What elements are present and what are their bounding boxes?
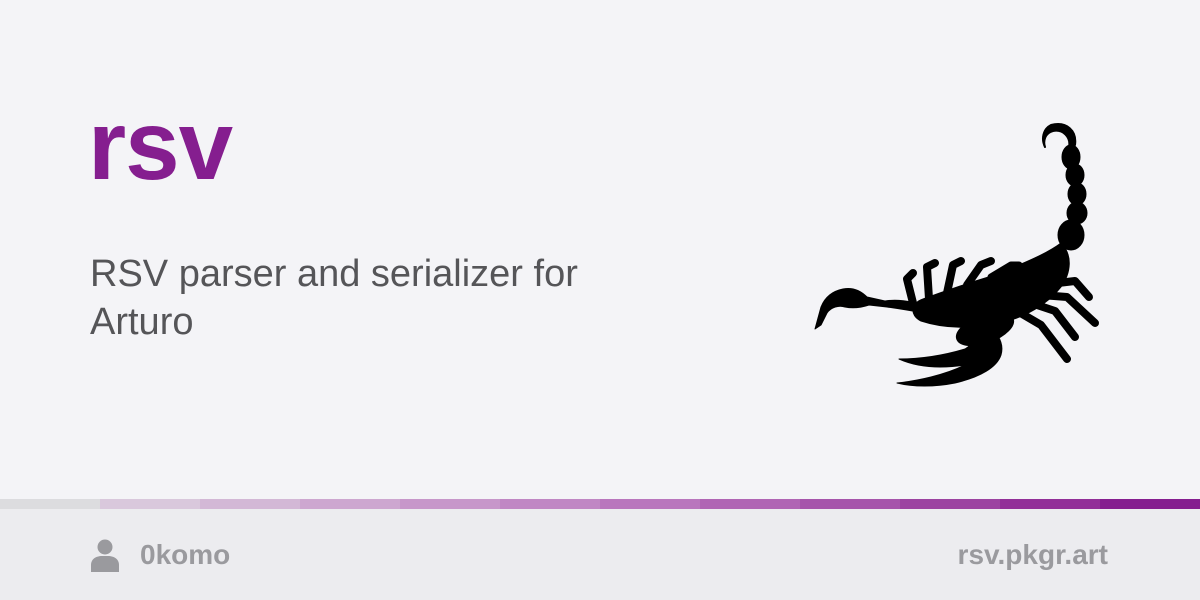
accent-gradient-bar xyxy=(0,499,1200,509)
scorpion-icon xyxy=(814,123,1099,387)
package-title: rsv xyxy=(88,90,233,200)
footer: 0komo rsv.pkgr.art xyxy=(0,509,1200,600)
domain-link[interactable]: rsv.pkgr.art xyxy=(958,537,1108,573)
social-card: rsv RSV parser and serializer for Arturo xyxy=(0,0,1200,600)
accent-bar-segment xyxy=(0,499,100,509)
package-description: RSV parser and serializer for Arturo xyxy=(90,253,578,343)
accent-bar-segment xyxy=(300,499,400,509)
accent-bar-segment xyxy=(100,499,200,509)
user-icon xyxy=(91,539,119,572)
accent-bar-segment xyxy=(800,499,900,509)
accent-bar-segment xyxy=(500,499,600,509)
author-name: 0komo xyxy=(140,539,231,570)
author: 0komo xyxy=(90,537,230,573)
accent-bar-segment xyxy=(600,499,700,509)
accent-bar-segment xyxy=(700,499,800,509)
accent-bar-segment xyxy=(1000,499,1100,509)
accent-bar-segment xyxy=(1100,499,1200,509)
accent-bar-segment xyxy=(900,499,1000,509)
accent-bar-segment xyxy=(200,499,300,509)
accent-bar-segment xyxy=(400,499,500,509)
